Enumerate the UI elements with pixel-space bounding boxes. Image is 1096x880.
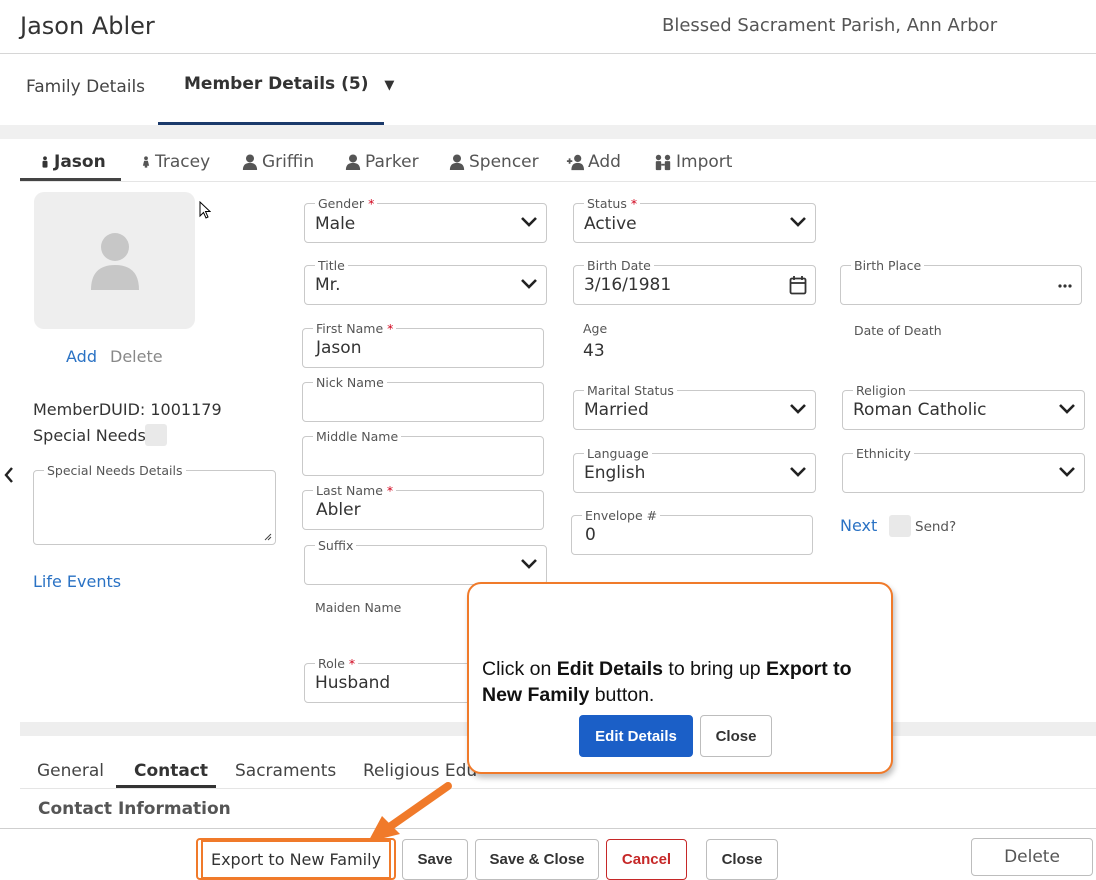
person-icon bbox=[142, 156, 150, 168]
gender-select[interactable]: Gender * Male bbox=[304, 196, 547, 243]
tab-general[interactable]: General bbox=[37, 761, 104, 781]
user-icon bbox=[345, 154, 361, 170]
person-tab-label: Parker bbox=[365, 152, 419, 172]
suffix-select[interactable]: Suffix bbox=[304, 538, 547, 585]
special-needs-checkbox[interactable] bbox=[145, 424, 167, 446]
date-of-death-label: Date of Death bbox=[854, 323, 942, 338]
person-tab-label: Griffin bbox=[262, 152, 315, 172]
tab-religious-education[interactable]: Religious Edu bbox=[363, 761, 477, 781]
first-name-input[interactable]: First Name * Jason bbox=[302, 321, 544, 368]
tab-sacraments[interactable]: Sacraments bbox=[235, 761, 336, 781]
user-icon bbox=[449, 154, 465, 170]
special-needs-label: Special Needs bbox=[33, 426, 146, 445]
divider bbox=[20, 788, 1096, 789]
close-button[interactable]: Close bbox=[706, 839, 778, 880]
section-divider bbox=[0, 125, 1096, 139]
last-name-input[interactable]: Last Name * Abler bbox=[302, 483, 544, 530]
person-tab-parker[interactable]: Parker bbox=[345, 152, 419, 172]
member-name-title: Jason Abler bbox=[20, 12, 155, 40]
tutorial-arrow-icon bbox=[360, 780, 460, 855]
religion-select[interactable]: Religion Roman Catholic bbox=[842, 383, 1085, 430]
person-tab-label: Jason bbox=[54, 152, 106, 172]
life-events-link[interactable]: Life Events bbox=[33, 572, 121, 591]
caret-down-icon[interactable]: ▼ bbox=[384, 78, 394, 93]
birth-date-input[interactable]: Birth Date 3/16/1981 bbox=[573, 258, 816, 305]
user-avatar-icon bbox=[91, 233, 139, 290]
nick-name-input[interactable]: Nick Name bbox=[302, 375, 544, 422]
person-tab-label: Import bbox=[676, 152, 733, 172]
chevron-down-icon bbox=[521, 217, 537, 227]
middle-name-input[interactable]: Middle Name bbox=[302, 429, 544, 476]
add-user-icon bbox=[566, 154, 584, 171]
avatar-add-link[interactable]: Add bbox=[66, 347, 97, 366]
mouse-cursor-icon bbox=[199, 200, 212, 224]
person-tab-import[interactable]: Import bbox=[654, 152, 732, 172]
users-import-icon bbox=[655, 154, 671, 171]
chevron-down-icon bbox=[521, 279, 537, 289]
person-tab-griffin[interactable]: Griffin bbox=[242, 152, 314, 172]
chevron-down-icon bbox=[1059, 467, 1075, 477]
person-tab-label: Tracey bbox=[155, 152, 211, 172]
person-tab-spencer[interactable]: Spencer bbox=[449, 152, 539, 172]
callout-close-button[interactable]: Close bbox=[700, 715, 772, 757]
person-icon bbox=[42, 156, 48, 168]
maiden-name-label: Maiden Name bbox=[315, 600, 402, 615]
title-select[interactable]: Title Mr. bbox=[304, 258, 547, 305]
member-duid: MemberDUID: 1001179 bbox=[33, 400, 222, 419]
resize-handle-icon bbox=[264, 533, 272, 541]
chevron-down-icon bbox=[790, 217, 806, 227]
save-and-close-button[interactable]: Save & Close bbox=[475, 839, 599, 880]
divider bbox=[20, 181, 1096, 182]
tab-member-label: Member Details (5) bbox=[184, 74, 369, 94]
special-needs-details-textarea[interactable]: Special Needs Details bbox=[33, 463, 276, 545]
person-tab-jason[interactable]: Jason bbox=[40, 152, 106, 172]
avatar-delete-link[interactable]: Delete bbox=[110, 347, 163, 366]
more-icon[interactable] bbox=[1058, 284, 1072, 288]
status-select[interactable]: Status * Active bbox=[573, 196, 816, 243]
calendar-icon[interactable] bbox=[789, 275, 807, 295]
field-label: Special Needs Details bbox=[44, 463, 186, 478]
delete-button[interactable]: Delete bbox=[971, 838, 1093, 876]
person-tab-tracey[interactable]: Tracey bbox=[141, 152, 210, 172]
person-tab-label: Spencer bbox=[469, 152, 539, 172]
user-icon bbox=[242, 154, 258, 170]
age-label: Age bbox=[583, 321, 608, 336]
chevron-down-icon bbox=[521, 559, 537, 569]
collapse-left-icon[interactable] bbox=[3, 466, 15, 489]
parish-name: Blessed Sacrament Parish, Ann Arbor bbox=[662, 15, 998, 36]
callout-message: Click on Edit Details to bring up Export… bbox=[482, 658, 852, 706]
marital-status-select[interactable]: Marital Status Married bbox=[573, 383, 816, 430]
next-link[interactable]: Next bbox=[840, 516, 877, 535]
envelope-number-input[interactable]: Envelope # 0 bbox=[571, 508, 813, 555]
chevron-down-icon bbox=[790, 404, 806, 414]
age-value: 43 bbox=[583, 341, 605, 361]
tab-member-details[interactable]: Member Details (5) ▼ bbox=[184, 74, 394, 94]
person-tab-add[interactable]: Add bbox=[566, 152, 621, 172]
tab-contact[interactable]: Contact bbox=[134, 761, 208, 781]
birth-place-input[interactable]: Birth Place bbox=[840, 258, 1082, 305]
send-label: Send? bbox=[915, 519, 957, 535]
tutorial-callout: Click on Edit Details to bring up Export… bbox=[467, 582, 893, 774]
tab-family-details[interactable]: Family Details bbox=[26, 77, 145, 97]
chevron-down-icon bbox=[790, 467, 806, 477]
avatar-placeholder bbox=[34, 192, 195, 329]
send-checkbox[interactable] bbox=[889, 515, 911, 537]
edit-details-button[interactable]: Edit Details bbox=[579, 715, 693, 757]
cancel-button[interactable]: Cancel bbox=[606, 839, 687, 880]
contact-info-heading: Contact Information bbox=[38, 799, 231, 819]
person-tab-label: Add bbox=[588, 152, 621, 172]
chevron-down-icon bbox=[1059, 404, 1075, 414]
ethnicity-select[interactable]: Ethnicity bbox=[842, 446, 1085, 493]
language-select[interactable]: Language English bbox=[573, 446, 816, 493]
